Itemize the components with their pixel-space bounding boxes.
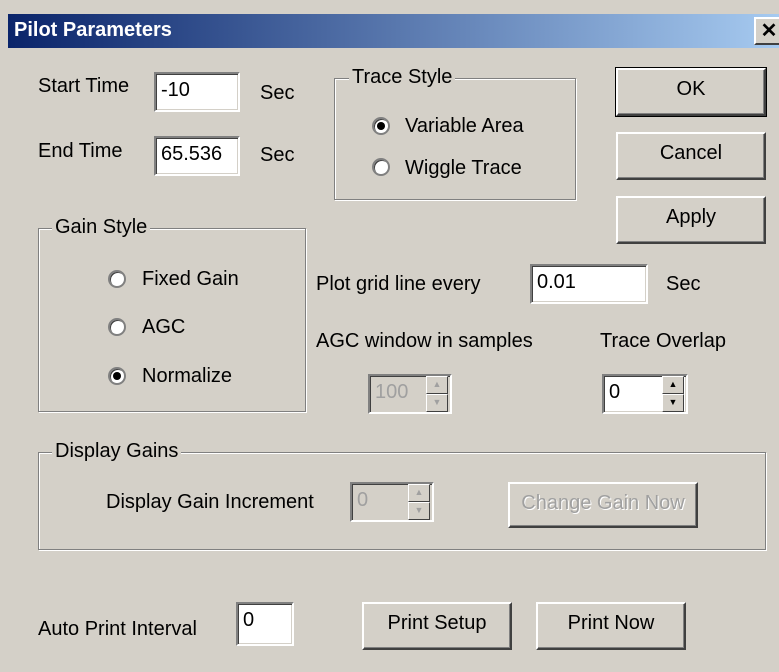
- auto-print-interval-label: Auto Print Interval: [38, 618, 197, 640]
- end-time-unit: Sec: [260, 144, 295, 166]
- start-time-input[interactable]: -10: [154, 72, 240, 112]
- wiggle-trace-label: Wiggle Trace: [405, 157, 522, 179]
- agc-window-spinner[interactable]: ▲ ▼: [426, 376, 448, 412]
- plot-grid-label: Plot grid line every: [316, 273, 481, 295]
- print-now-button[interactable]: Print Now: [536, 602, 686, 650]
- display-gains-legend: Display Gains: [52, 440, 182, 463]
- start-time-unit: Sec: [260, 82, 295, 104]
- spin-up-icon[interactable]: ▲: [426, 376, 448, 394]
- apply-button[interactable]: Apply: [616, 196, 766, 244]
- spin-down-icon[interactable]: ▼: [662, 394, 684, 412]
- cancel-button[interactable]: Cancel: [616, 132, 766, 180]
- trace-style-group: [334, 78, 576, 200]
- end-time-label: End Time: [38, 140, 123, 162]
- plot-grid-unit: Sec: [666, 273, 701, 295]
- ok-button[interactable]: OK: [615, 67, 767, 117]
- plot-grid-input[interactable]: 0.01: [530, 264, 648, 304]
- spin-down-icon[interactable]: ▼: [408, 502, 430, 520]
- agc-label: AGC: [142, 316, 186, 338]
- close-button[interactable]: ✕: [754, 17, 779, 45]
- variable-area-radio[interactable]: [372, 117, 390, 135]
- spin-up-icon[interactable]: ▲: [662, 376, 684, 394]
- fixed-gain-radio[interactable]: [108, 270, 126, 288]
- auto-print-interval-input[interactable]: 0: [236, 602, 294, 646]
- variable-area-label: Variable Area: [405, 115, 524, 137]
- close-icon: ✕: [760, 20, 778, 42]
- display-gain-spinner[interactable]: ▲ ▼: [408, 484, 430, 520]
- agc-window-label: AGC window in samples: [316, 330, 533, 352]
- end-time-input[interactable]: 65.536: [154, 136, 240, 176]
- dialog-title: Pilot Parameters: [14, 19, 172, 41]
- pilot-parameters-dialog: Pilot Parameters ✕ Start Time -10 Sec En…: [0, 0, 779, 672]
- agc-radio[interactable]: [108, 318, 126, 336]
- normalize-radio[interactable]: [108, 367, 126, 385]
- trace-style-legend: Trace Style: [349, 66, 456, 89]
- normalize-label: Normalize: [142, 365, 233, 387]
- wiggle-trace-radio[interactable]: [372, 158, 390, 176]
- change-gain-now-button[interactable]: Change Gain Now: [508, 482, 698, 528]
- trace-overlap-spinner[interactable]: ▲ ▼: [662, 376, 684, 412]
- gain-style-legend: Gain Style: [52, 216, 151, 239]
- print-setup-button[interactable]: Print Setup: [362, 602, 512, 650]
- trace-overlap-label: Trace Overlap: [600, 330, 726, 352]
- spin-up-icon[interactable]: ▲: [408, 484, 430, 502]
- display-gain-increment-label: Display Gain Increment: [106, 491, 314, 513]
- start-time-label: Start Time: [38, 75, 130, 97]
- title-bar: Pilot Parameters ✕: [8, 14, 779, 48]
- spin-down-icon[interactable]: ▼: [426, 394, 448, 412]
- fixed-gain-label: Fixed Gain: [142, 268, 239, 290]
